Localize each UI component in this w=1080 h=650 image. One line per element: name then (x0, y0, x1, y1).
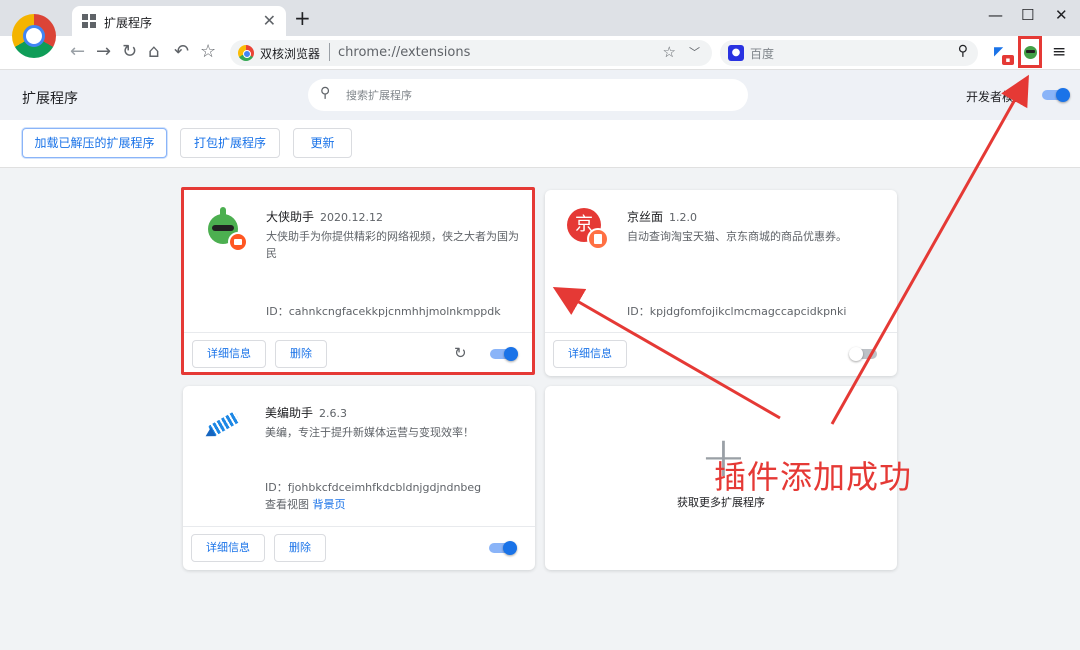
extension-name-row: 京丝面 1.2.0 (627, 208, 697, 225)
details-button[interactable]: 详细信息 (192, 340, 266, 368)
extension-toolbar-icon-a[interactable]: ◤ ▪ (994, 44, 1016, 66)
inspect-views-row: 查看视图 背景页 (265, 496, 346, 512)
forward-button[interactable]: → (96, 41, 111, 63)
maximize-button[interactable]: ☐ (1021, 6, 1034, 24)
daxia-head-icon (1024, 46, 1037, 59)
remove-button[interactable]: 删除 (275, 340, 327, 368)
address-bar[interactable]: 双核浏览器 chrome://extensions ☆ ﹀ (230, 40, 712, 66)
extension-card-daxia: 大侠助手 2020.12.12 大侠助手为你提供精彩的网络视频，侠之大者为国为民 … (181, 187, 535, 375)
browser-logo-icon (12, 14, 56, 58)
close-window-button[interactable]: ✕ (1055, 6, 1068, 24)
search-engine-placeholder: 百度 (750, 47, 775, 61)
pack-extension-button[interactable]: 打包扩展程序 (180, 128, 280, 158)
baidu-paw-icon: ● (728, 45, 744, 61)
success-annotation: 插件添加成功 (714, 458, 913, 496)
address-separator (329, 43, 330, 61)
extension-enable-toggle[interactable] (849, 347, 877, 361)
extension-version: 1.2.0 (669, 211, 698, 224)
extensions-header: 扩展程序 ⚲ 开发者模式 (0, 70, 1080, 120)
undo-button[interactable]: ↶ (174, 41, 189, 63)
inspect-views-label: 查看视图 (265, 498, 309, 511)
extension-badge-icon: ▪ (1002, 55, 1014, 65)
dev-mode-label: 开发者模式 (966, 90, 1027, 104)
background-page-link[interactable]: 背景页 (313, 498, 346, 511)
extension-name: 京丝面 (627, 210, 664, 224)
search-engine-box[interactable]: ● 百度 ⚲ (720, 40, 978, 66)
extension-enable-toggle[interactable] (489, 541, 517, 555)
pen-icon (203, 404, 249, 448)
card-divider (545, 332, 897, 333)
search-icon: ⚲ (320, 85, 331, 101)
new-tab-button[interactable]: + (294, 6, 311, 30)
extension-name-row: 大侠助手 2020.12.12 (266, 208, 383, 225)
daxia-toolbar-icon[interactable] (1018, 36, 1042, 68)
extensions-tab-icon (82, 14, 96, 28)
extension-name: 大侠助手 (266, 210, 315, 224)
tab-close-icon[interactable]: ✕ (263, 11, 276, 30)
extension-id: ID：fjohbkcfdceimhfkdcbldnjgdjndnbeg (265, 481, 482, 494)
update-button[interactable]: 更新 (293, 128, 352, 158)
load-unpacked-button[interactable]: 加载已解压的扩展程序 (22, 128, 167, 158)
tab-extensions[interactable]: 扩展程序 ✕ (72, 6, 286, 36)
card-divider (184, 332, 532, 333)
extension-description: 大侠助手为你提供精彩的网络视频，侠之大者为国为民 (266, 230, 519, 260)
jd-coupon-icon: 京 (567, 208, 611, 252)
dev-mode-toggle[interactable] (1042, 88, 1070, 102)
menu-icon[interactable]: ≡ (1052, 42, 1066, 62)
extension-search-input[interactable] (346, 85, 726, 105)
extensions-actions-bar: 加载已解压的扩展程序 打包扩展程序 更新 (0, 120, 1080, 168)
extension-description: 自动查询淘宝天猫、京东商城的商品优惠券。 (627, 230, 847, 243)
extension-search-box[interactable]: ⚲ (308, 79, 748, 111)
home-button[interactable]: ⌂ (148, 41, 159, 63)
chevron-down-icon[interactable]: ﹀ (689, 44, 700, 60)
page-title: 扩展程序 (22, 91, 78, 107)
address-browser-name: 双核浏览器 (260, 47, 321, 61)
browser-site-icon (238, 45, 254, 61)
reload-extension-icon[interactable]: ↻ (454, 344, 467, 362)
extension-version: 2.6.3 (319, 407, 348, 420)
details-button[interactable]: 详细信息 (191, 534, 265, 562)
remove-button[interactable]: 删除 (274, 534, 326, 562)
address-url[interactable]: chrome://extensions (338, 45, 470, 60)
extension-version: 2020.12.12 (320, 211, 383, 224)
minimize-button[interactable]: — (988, 6, 1003, 24)
daxia-icon (206, 207, 250, 252)
search-icon[interactable]: ⚲ (958, 43, 968, 59)
extension-card-meibian: 美编助手 2.6.3 美编，专注于提升新媒体运营与变现效率！ ID：fjohbkc… (183, 386, 535, 570)
extension-id: ID：kpjdgfomfojikclmcmagccapcidkpnki (627, 305, 847, 318)
details-button[interactable]: 详细信息 (553, 340, 627, 368)
tab-title: 扩展程序 (104, 16, 153, 30)
bookmark-star-button[interactable]: ☆ (200, 41, 216, 63)
extension-id: ID：cahnkcngfacekkpjcnmhhjmolnkmppdk (266, 305, 501, 318)
extension-card-jingsimian: 京 京丝面 1.2.0 自动查询淘宝天猫、京东商城的商品优惠券。 ID：kpjdg… (545, 190, 897, 376)
browser-toolbar: ← → ↻ ⌂ ↶ ☆ 双核浏览器 chrome://extensions ☆ … (0, 36, 1080, 70)
extension-name: 美编助手 (265, 406, 314, 420)
extension-name-row: 美编助手 2.6.3 (265, 404, 347, 421)
extension-enable-toggle[interactable] (490, 347, 518, 361)
back-button[interactable]: ← (70, 41, 85, 63)
reload-button[interactable]: ↻ (122, 41, 137, 63)
tab-strip: 扩展程序 ✕ + — ☐ ✕ (0, 0, 1080, 36)
card-divider (183, 526, 535, 527)
extension-description: 美编，专注于提升新媒体运营与变现效率！ (265, 426, 474, 439)
bookmark-page-icon[interactable]: ☆ (663, 43, 676, 61)
